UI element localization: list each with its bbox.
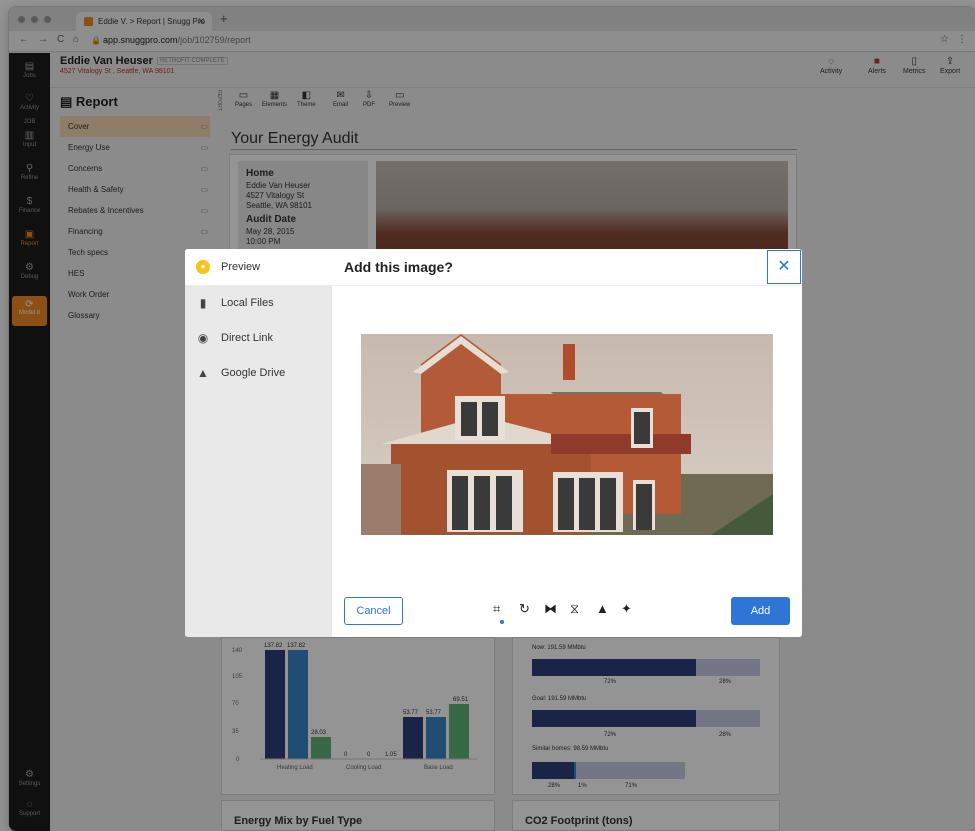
source-local-files[interactable]: ▮ Local Files <box>185 285 332 321</box>
source-google-drive[interactable]: ▲ Google Drive <box>185 355 332 391</box>
cancel-button[interactable]: Cancel <box>344 597 403 625</box>
source-preview[interactable]: ● Preview <box>185 249 332 285</box>
google-drive-icon: ▲ <box>197 366 209 380</box>
rotate-icon[interactable]: ↻ <box>519 601 530 617</box>
image-edit-tools: ⌗ ↻ ⧓ ⧖ ▲ ✦ <box>493 601 643 621</box>
image-source-list: ● Preview ▮ Local Files ◉ Direct Link ▲ Goog… <box>185 249 332 637</box>
enhance-icon[interactable]: ✦ <box>621 601 632 617</box>
modal-title: Add this image? <box>344 259 453 275</box>
brightness-icon[interactable]: ▲ <box>596 601 609 616</box>
flip-vertical-icon[interactable]: ⧖ <box>570 601 579 617</box>
close-modal-button[interactable]: ✕ <box>767 250 801 284</box>
add-button[interactable]: Add <box>731 597 790 625</box>
modal-divider <box>332 285 802 286</box>
source-direct-link[interactable]: ◉ Direct Link <box>185 320 332 356</box>
active-tool-indicator <box>500 620 504 624</box>
flip-horizontal-icon[interactable]: ⧓ <box>544 601 557 617</box>
add-image-modal: ● Preview ▮ Local Files ◉ Direct Link ▲ Goog… <box>185 249 802 637</box>
link-icon: ◉ <box>197 331 209 345</box>
preview-dot-icon: ● <box>196 260 210 274</box>
crop-icon[interactable]: ⌗ <box>493 601 500 617</box>
house-preview-image <box>361 334 773 535</box>
file-icon: ▮ <box>199 296 207 310</box>
